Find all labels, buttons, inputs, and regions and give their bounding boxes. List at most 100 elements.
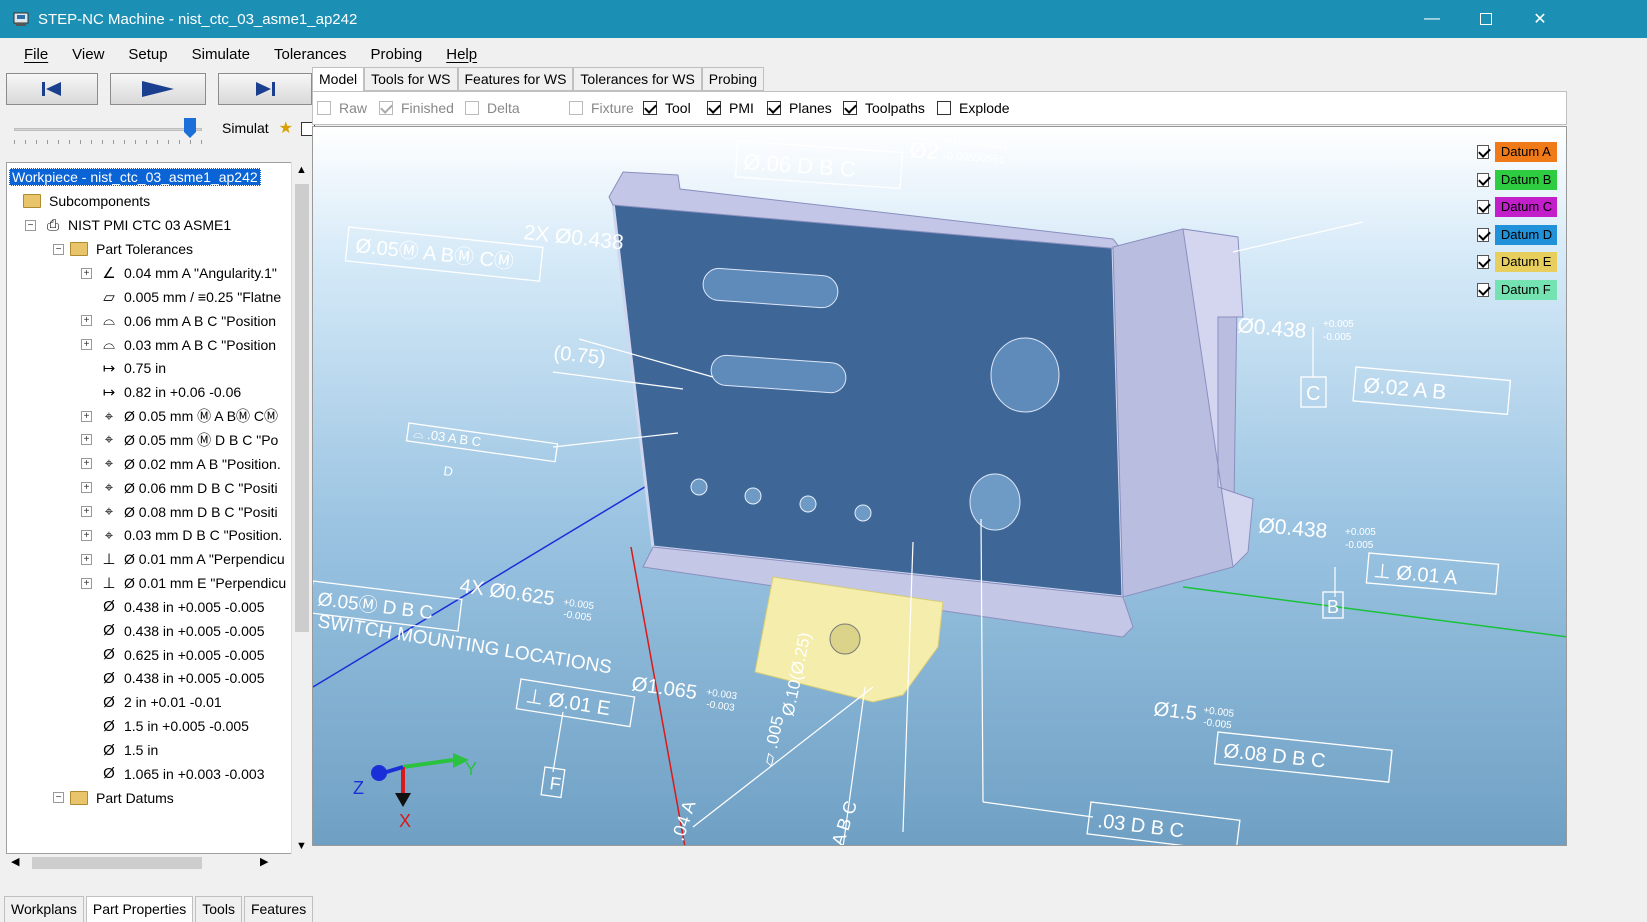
tree-tolerance-item[interactable]: + ⌖ Ø 0.02 mm A B "Position. (81, 452, 281, 476)
tree-tolerance-item[interactable]: ▱ 0.005 mm / ≡0.25 "Flatne (98, 285, 281, 309)
tab-tools[interactable]: Tools (195, 896, 242, 922)
datum-toggle[interactable]: Datum C (1477, 196, 1557, 218)
tree-tolerance-item[interactable]: + ⊥ Ø 0.01 mm A "Perpendicu (81, 547, 285, 571)
hscroll-thumb[interactable] (32, 857, 202, 869)
expand-toggle-icon[interactable]: + (81, 506, 92, 517)
datum-checkbox[interactable] (1477, 172, 1489, 187)
tab-probing[interactable]: Probing (701, 67, 765, 91)
tree-horizontal-scrollbar[interactable]: ◀ ▶ (6, 854, 292, 872)
minimize-button[interactable]: — (1404, 0, 1460, 38)
option-checkbox[interactable] (843, 101, 857, 115)
tree-tolerance-item[interactable]: ↦ 0.75 in (98, 356, 166, 380)
datum-checkbox[interactable] (1477, 282, 1489, 297)
scroll-left-icon[interactable]: ◀ (11, 855, 19, 868)
tab-tools-for-ws[interactable]: Tools for WS (364, 67, 458, 91)
expand-toggle-icon[interactable]: + (81, 267, 92, 279)
scroll-right-icon[interactable]: ▶ (260, 855, 268, 868)
expand-toggle-icon[interactable]: − (25, 219, 36, 231)
menu-simulate[interactable]: Simulate (180, 46, 262, 63)
option-explode[interactable]: Explode (937, 100, 1010, 116)
scroll-up-icon[interactable]: ▲ (296, 164, 307, 176)
expand-toggle-icon[interactable]: + (81, 339, 92, 351)
tree-tolerance-item[interactable]: Ø 1.5 in +0.005 -0.005 (98, 714, 249, 738)
option-planes[interactable]: Planes (767, 100, 832, 116)
menu-file[interactable]: File (12, 46, 60, 63)
datum-checkbox[interactable] (1477, 227, 1489, 242)
tab-features[interactable]: Features (243, 896, 314, 922)
tree-tolerance-item[interactable]: + ⌖ Ø 0.08 mm D B C "Positi (81, 500, 278, 524)
menu-help[interactable]: Help (434, 46, 489, 63)
tree-tolerance-item[interactable]: Ø 0.438 in +0.005 -0.005 (98, 619, 264, 643)
datum-checkbox[interactable] (1477, 145, 1489, 159)
datum-toggle[interactable]: Datum D (1477, 224, 1557, 246)
tab-tolerances-for-ws[interactable]: Tolerances for WS (573, 67, 702, 91)
option-checkbox[interactable] (643, 101, 657, 115)
expand-toggle-icon[interactable]: + (81, 458, 92, 470)
expand-toggle-icon[interactable]: + (81, 410, 92, 422)
menu-setup[interactable]: Setup (116, 46, 179, 63)
expand-toggle-icon[interactable]: − (53, 243, 64, 255)
option-toolpaths[interactable]: Toolpaths (843, 100, 925, 116)
option-fixture[interactable]: Fixture (569, 100, 634, 116)
option-finished[interactable]: Finished (379, 100, 454, 116)
expand-toggle-icon[interactable]: − (53, 792, 64, 804)
maximize-button[interactable] (1458, 0, 1514, 38)
option-checkbox[interactable] (707, 101, 721, 115)
menu-probing[interactable]: Probing (359, 46, 435, 63)
option-checkbox[interactable] (317, 101, 331, 115)
option-tool[interactable]: Tool (643, 100, 691, 116)
expand-toggle-icon[interactable]: + (81, 482, 92, 494)
simulate-toggle[interactable]: Simulat ★ (222, 118, 315, 138)
close-button[interactable]: ✕ (1512, 0, 1568, 38)
tab-model[interactable]: Model (312, 67, 365, 92)
datum-checkbox[interactable] (1477, 200, 1489, 214)
scroll-thumb[interactable] (295, 184, 309, 632)
tree-subcomponents[interactable]: Subcomponents (23, 189, 150, 213)
tree-tolerance-item[interactable]: Ø 0.438 in +0.005 -0.005 (98, 595, 264, 619)
option-checkbox[interactable] (937, 101, 951, 115)
tree-model[interactable]: − ⎙ NIST PMI CTC 03 ASME1 (25, 213, 231, 237)
expand-toggle-icon[interactable]: + (81, 434, 92, 446)
tree-tolerance-item[interactable]: + ⌓ 0.03 mm A B C "Position (81, 333, 276, 357)
tab-part-properties[interactable]: Part Properties (85, 896, 194, 922)
tab-features-for-ws[interactable]: Features for WS (457, 67, 574, 91)
expand-toggle-icon[interactable]: + (81, 529, 92, 541)
tree-tolerance-item[interactable]: + ⊥ Ø 0.01 mm E "Perpendicu (81, 571, 286, 595)
tree-vertical-scrollbar[interactable]: ▲ ▼ (291, 162, 312, 854)
scroll-down-icon[interactable]: ▼ (296, 840, 307, 852)
simulation-speed-slider[interactable] (14, 128, 202, 131)
option-pmi[interactable]: PMI (707, 100, 754, 116)
tree-root[interactable]: Workpiece - nist_ctc_03_asme1_ap242 (9, 165, 261, 189)
option-checkbox[interactable] (465, 101, 479, 115)
expand-toggle-icon[interactable]: + (81, 315, 92, 327)
option-delta[interactable]: Delta (465, 100, 520, 116)
tree-tolerance-item[interactable]: Ø 1.5 in (98, 738, 158, 762)
datum-checkbox[interactable] (1477, 255, 1489, 269)
option-checkbox[interactable] (569, 101, 583, 115)
tree-tolerance-item[interactable]: Ø 1.065 in +0.003 -0.003 (98, 762, 264, 786)
model-viewport[interactable]: Ø.06 D B C Ø2 +0.00590551 -0.00590551 Ø.… (312, 126, 1567, 846)
option-checkbox[interactable] (379, 101, 393, 115)
tree-tolerance-item[interactable]: Ø 0.625 in +0.005 -0.005 (98, 643, 264, 667)
tree-tolerance-item[interactable]: + ⌖ 0.03 mm D B C "Position. (81, 523, 282, 547)
tree-tolerance-item[interactable]: Ø 0.438 in +0.005 -0.005 (98, 666, 264, 690)
datum-toggle[interactable]: Datum E (1477, 251, 1557, 273)
tree-part-datums[interactable]: − Part Datums (53, 786, 174, 810)
tree-tolerance-item[interactable]: + ∠ 0.04 mm A "Angularity.1" (81, 261, 277, 285)
expand-toggle-icon[interactable]: + (81, 553, 92, 565)
play-button[interactable] (110, 73, 206, 105)
menu-view[interactable]: View (60, 46, 116, 63)
option-raw[interactable]: Raw (317, 100, 367, 116)
tree-part-tolerances[interactable]: − Part Tolerances (53, 237, 193, 261)
datum-toggle[interactable]: Datum A (1477, 141, 1557, 163)
datum-toggle[interactable]: Datum B (1477, 169, 1557, 191)
tree-tolerance-item[interactable]: ↦ 0.82 in +0.06 -0.06 (98, 380, 241, 404)
tree-tolerance-item[interactable]: + ⌖ Ø 0.05 mm Ⓜ D B C "Po (81, 428, 278, 452)
tree-tolerance-item[interactable]: + ⌖ Ø 0.06 mm D B C "Positi (81, 476, 278, 500)
expand-toggle-icon[interactable]: + (81, 577, 92, 589)
tree-tolerance-item[interactable]: + ⌓ 0.06 mm A B C "Position (81, 309, 276, 333)
datum-toggle[interactable]: Datum F (1477, 279, 1557, 301)
slider-thumb[interactable] (184, 118, 196, 138)
option-checkbox[interactable] (767, 101, 781, 115)
step-back-button[interactable] (6, 73, 98, 105)
